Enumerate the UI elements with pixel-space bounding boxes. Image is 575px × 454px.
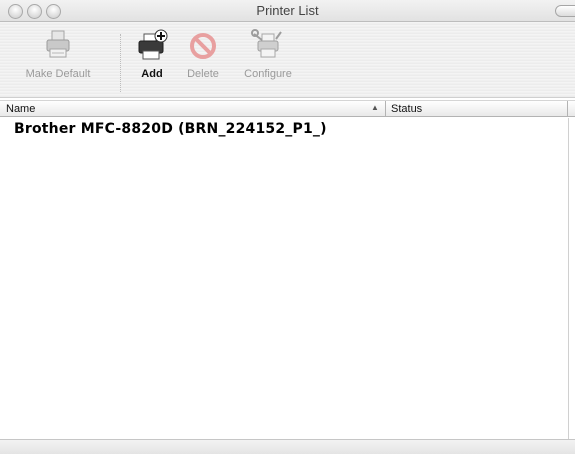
window-title: Printer List	[256, 3, 319, 18]
configure-printer-button[interactable]: Configure	[235, 28, 301, 80]
toolbar-toggle-button[interactable]	[555, 5, 575, 17]
sort-ascending-icon[interactable]: ▲	[371, 103, 379, 112]
configure-label: Configure	[244, 68, 292, 80]
printer-list-window: Printer List Make Default Add Delete Con…	[0, 0, 575, 454]
printer-configure-icon	[251, 29, 282, 58]
make-default-label: Make Default	[25, 68, 91, 80]
column-header-bar: Name ▲ Status	[0, 100, 575, 117]
printer-list[interactable]: Brother MFC-8820D (BRN_224152_P1_)	[0, 118, 569, 439]
printer-name: Brother MFC-8820D (BRN_224152_P1_)	[14, 121, 327, 137]
delete-label: Delete	[187, 68, 219, 80]
toolbar-separator	[120, 34, 121, 92]
window-bottom-bar	[0, 439, 575, 454]
column-header-status[interactable]: Status	[391, 103, 422, 115]
column-divider-right	[567, 101, 568, 117]
printer-default-icon	[46, 30, 70, 58]
delete-icon	[190, 33, 216, 59]
column-divider[interactable]	[385, 101, 386, 117]
title-bar[interactable]: Printer List	[0, 0, 575, 22]
printer-add-icon	[138, 29, 168, 60]
make-default-button[interactable]: Make Default	[8, 28, 108, 80]
add-label: Add	[141, 68, 163, 80]
printer-row[interactable]: Brother MFC-8820D (BRN_224152_P1_)	[0, 121, 560, 141]
add-printer-button[interactable]: Add	[132, 28, 172, 80]
column-header-name[interactable]: Name	[6, 103, 35, 115]
delete-printer-button[interactable]: Delete	[181, 28, 225, 80]
toolbar: Make Default Add Delete Configure	[0, 22, 575, 98]
